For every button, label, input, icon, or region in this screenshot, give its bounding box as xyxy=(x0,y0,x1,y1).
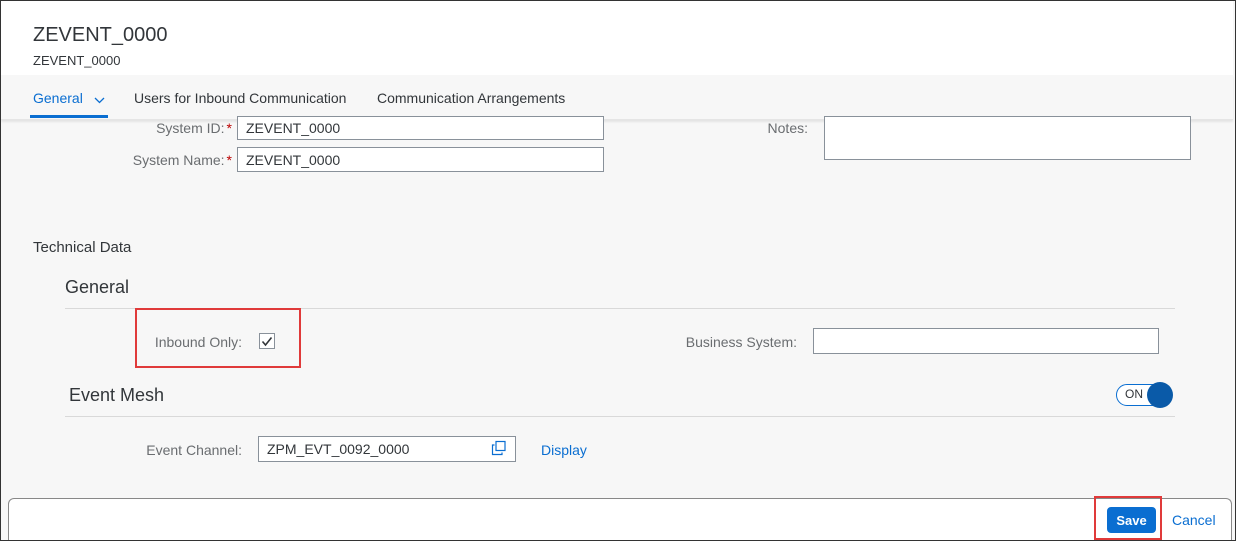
business-system-input[interactable] xyxy=(813,328,1159,354)
highlight-box-save xyxy=(1094,496,1162,540)
inbound-only-label: Inbound Only: xyxy=(154,334,242,350)
tab-bar: General Users for Inbound Communication … xyxy=(1,75,1233,120)
tab-communication-arrangements[interactable]: Communication Arrangements xyxy=(377,75,565,118)
checkmark-icon xyxy=(261,336,273,346)
event-mesh-title: Event Mesh xyxy=(69,385,165,405)
general-group-title: General xyxy=(65,277,130,297)
system-name-input[interactable] xyxy=(237,147,604,172)
toggle-label: ON xyxy=(1125,387,1143,401)
notes-label: Notes: xyxy=(767,120,808,136)
object-page-header: ZEVENT_0000 ZEVENT_0000 xyxy=(1,1,1233,75)
inbound-only-checkbox[interactable] xyxy=(259,333,275,349)
page-title: ZEVENT_0000 xyxy=(33,24,168,46)
tab-general-label: General xyxy=(33,90,83,106)
system-name-label-text: System Name: xyxy=(132,152,225,168)
copy-icon[interactable] xyxy=(491,440,507,461)
system-id-label-text: System ID: xyxy=(156,120,225,136)
cancel-button[interactable]: Cancel xyxy=(1172,512,1216,528)
tab-general[interactable]: General xyxy=(30,75,108,118)
required-indicator: * xyxy=(226,120,232,136)
footer-toolbar xyxy=(8,498,1232,540)
system-name-label: System Name: * xyxy=(100,152,232,168)
event-channel-label: Event Channel: xyxy=(146,442,242,458)
technical-data-heading: Technical Data xyxy=(33,239,132,256)
toggle-knob xyxy=(1147,382,1173,408)
tab-users-for-inbound-communication[interactable]: Users for Inbound Communication xyxy=(134,75,346,118)
event-mesh-toggle[interactable]: ON xyxy=(1116,382,1173,408)
required-indicator: * xyxy=(226,152,232,168)
divider xyxy=(65,416,1175,417)
page-subtitle: ZEVENT_0000 xyxy=(33,53,121,68)
business-system-label: Business System: xyxy=(685,334,797,350)
system-id-label: System ID: * xyxy=(100,120,232,136)
active-tab-indicator xyxy=(30,115,108,118)
display-link[interactable]: Display xyxy=(541,442,587,458)
event-channel-input[interactable] xyxy=(258,436,516,462)
system-id-input[interactable] xyxy=(237,116,604,140)
notes-textarea[interactable] xyxy=(824,116,1191,160)
event-channel-field xyxy=(258,436,516,462)
